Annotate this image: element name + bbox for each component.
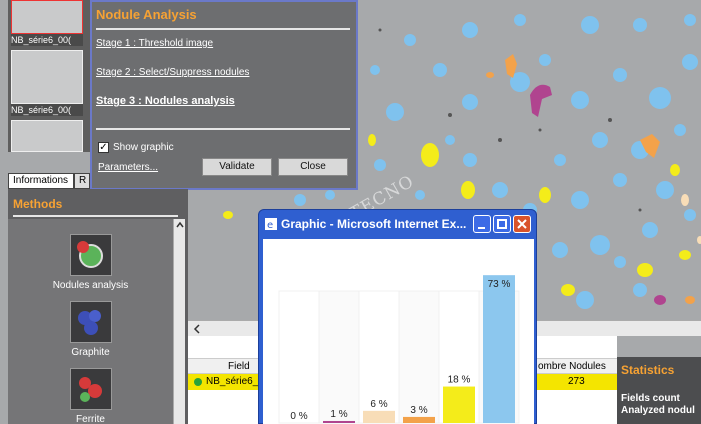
method-label: Ferrite (76, 414, 105, 424)
thumbnail-label: NB_série6_00( (11, 104, 83, 116)
minimize-icon (478, 227, 485, 229)
panel-title: Nodule Analysis (96, 7, 197, 22)
ie-icon: e (265, 218, 277, 230)
status-dot-icon (194, 378, 202, 386)
method-nodules-analysis[interactable]: Nodules analysis (8, 234, 173, 291)
method-graphite[interactable]: Graphite (8, 301, 173, 358)
methods-panel: Methods Nodules analysis Graphite Ferrit… (8, 189, 188, 424)
chart-data-label: 0 % (290, 411, 307, 422)
minimize-button[interactable] (473, 215, 491, 233)
col-field: Field (228, 361, 250, 372)
bar-chart: 0 % 1 % 6 % 3 % 18 % 73 % (278, 275, 520, 424)
stage3-link[interactable]: Stage 3 : Nodules analysis (96, 95, 235, 107)
chart-bar (483, 275, 515, 423)
thumbnail-image[interactable] (11, 0, 83, 34)
maximize-icon (497, 219, 507, 229)
chart-bar (323, 420, 355, 423)
tab-informations[interactable]: Informations (8, 173, 74, 189)
statistics-panel: Statistics Fields count Analyzed nodul (617, 357, 701, 424)
methods-title: Methods (13, 197, 63, 211)
validate-button[interactable]: Validate (202, 158, 272, 176)
chart-bar (403, 416, 435, 423)
thumbnail-strip[interactable]: NB_série6_00( NB_série6_00( (8, 0, 90, 152)
thumbnail-image[interactable] (11, 50, 83, 104)
fields-count-label: Fields count (621, 393, 680, 404)
chevron-up-icon (176, 221, 184, 228)
chevron-left-icon (193, 324, 200, 334)
analyzed-label: Analyzed nodul (621, 405, 695, 416)
show-graphic-checkbox[interactable]: ✓ (98, 142, 109, 153)
stage1-link[interactable]: Stage 1 : Threshold image (96, 38, 213, 49)
graphite-icon (69, 301, 112, 343)
chart-column-bg (398, 290, 440, 424)
chart-bar (363, 410, 395, 423)
parameters-link[interactable]: Parameters... (98, 162, 158, 173)
method-label: Graphite (71, 347, 110, 358)
row-nodules: 273 (568, 376, 585, 387)
nodule-analysis-panel: Nodule Analysis Stage 1 : Threshold imag… (90, 0, 358, 190)
chart-data-label: 18 % (448, 375, 471, 386)
ferrite-icon (69, 368, 112, 410)
show-graphic-label: Show graphic (113, 142, 174, 153)
chart-data-label: 6 % (370, 399, 387, 410)
thumbnail-label: NB_série6_00( (11, 34, 83, 46)
close-icon (517, 219, 527, 229)
maximize-button[interactable] (493, 215, 511, 233)
divider (96, 28, 350, 30)
graphic-window: e Graphic - Microsoft Internet Ex... 0 %… (258, 209, 537, 424)
thumbnail-image[interactable] (11, 120, 83, 152)
statistics-title: Statistics (621, 363, 675, 377)
chart-column-bg (318, 290, 360, 424)
method-label: Nodules analysis (52, 280, 129, 291)
chart-data-label: 1 % (330, 409, 347, 420)
nodules-analysis-icon (69, 234, 112, 276)
chart-area: 0 % 1 % 6 % 3 % 18 % 73 % (263, 239, 534, 424)
close-button[interactable]: Close (278, 158, 348, 176)
show-graphic-option[interactable]: ✓ Show graphic (98, 142, 174, 153)
methods-scrollbar[interactable] (173, 219, 185, 424)
chart-data-label: 73 % (488, 279, 511, 290)
svg-text:e: e (267, 220, 273, 230)
chart-column-bg (278, 290, 320, 424)
stage2-link[interactable]: Stage 2 : Select/Suppress nodules (96, 67, 249, 78)
window-title: Graphic - Microsoft Internet Ex... (281, 217, 467, 231)
window-close-button[interactable] (513, 215, 531, 233)
tab-r[interactable]: R (74, 173, 90, 189)
method-ferrite[interactable]: Ferrite (8, 368, 173, 424)
methods-list: Nodules analysis Graphite Ferrite (8, 219, 173, 424)
col-nodules: ombre Nodules (538, 361, 606, 372)
chart-data-label: 3 % (410, 405, 427, 416)
divider (96, 128, 350, 130)
row-field: NB_série6_0 (206, 376, 264, 387)
chart-bar (443, 386, 475, 423)
divider (13, 215, 178, 217)
